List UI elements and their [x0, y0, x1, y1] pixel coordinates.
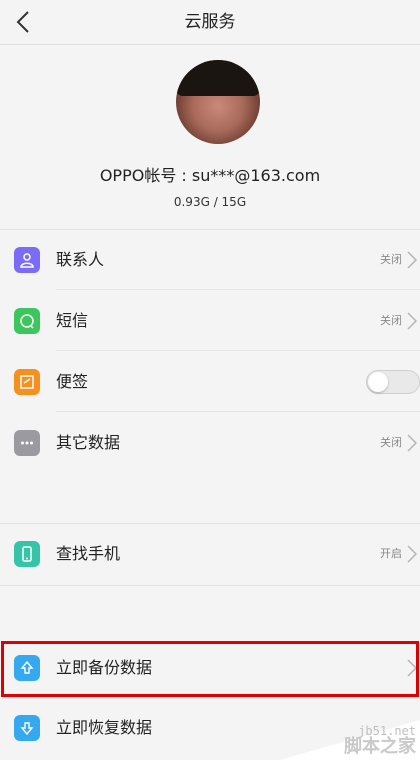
sync-item-label: 联系人	[56, 250, 105, 269]
restore-now-label: 立即恢复数据	[56, 718, 153, 737]
sync-item-other-data[interactable]: 其它数据 关闭	[0, 413, 420, 473]
watermark: jb51.net 脚本之家	[280, 720, 420, 760]
divider	[56, 289, 420, 290]
contacts-icon	[14, 247, 40, 273]
avatar[interactable]	[176, 60, 260, 144]
sync-item-label: 便签	[56, 372, 89, 391]
highlight-box	[1, 641, 419, 697]
chevron-right-icon	[407, 312, 418, 330]
more-icon	[14, 430, 40, 456]
sync-item-status: 关闭	[380, 436, 402, 449]
find-phone-item[interactable]: 查找手机 开启	[0, 524, 420, 584]
divider	[56, 350, 420, 351]
sync-item-contacts[interactable]: 联系人 关闭	[0, 230, 420, 290]
sync-item-status: 关闭	[380, 314, 402, 327]
account-label: OPPO帐号 : su***@163.com	[99, 166, 321, 185]
storage-usage: 0.93G / 15G	[173, 195, 247, 209]
chevron-right-icon	[407, 545, 418, 563]
watermark-name: 脚本之家	[344, 736, 416, 757]
find-phone-label: 查找手机	[56, 544, 121, 563]
phone-icon	[14, 541, 40, 567]
notes-toggle[interactable]	[366, 370, 420, 394]
sync-item-label: 短信	[56, 311, 89, 330]
note-icon	[14, 369, 40, 395]
sync-item-status: 关闭	[380, 253, 402, 266]
divider	[56, 411, 420, 412]
avatar-hair	[176, 60, 260, 96]
download-icon	[14, 715, 40, 741]
chevron-right-icon	[407, 251, 418, 269]
chevron-right-icon	[407, 434, 418, 452]
page-title: 云服务	[184, 12, 236, 32]
sync-item-notes[interactable]: 便签	[0, 352, 420, 412]
sync-item-label: 其它数据	[56, 433, 121, 452]
divider	[0, 585, 420, 586]
top-bar: 云服务	[0, 0, 420, 45]
toggle-knob	[368, 372, 388, 392]
find-phone-status: 开启	[380, 547, 402, 560]
message-icon	[14, 308, 40, 334]
sync-item-messages[interactable]: 短信 关闭	[0, 291, 420, 351]
